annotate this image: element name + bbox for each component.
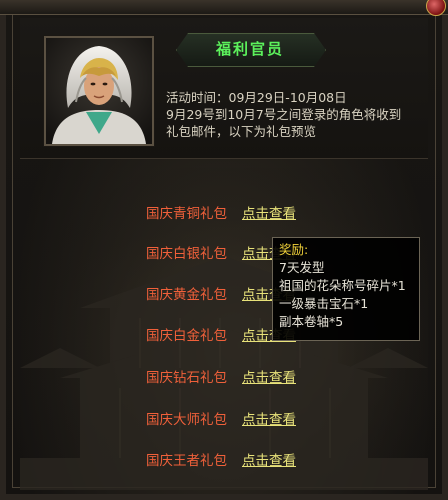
event-desc-line2: 礼包邮件，以下为礼包预览 bbox=[166, 124, 317, 139]
view-gift-link[interactable]: 点击查看 bbox=[242, 202, 296, 222]
event-info: 活动时间：09月29日-10月08日 9月29号到10月7号之间登录的角色将收到… bbox=[166, 89, 436, 140]
list-item: 国庆王者礼包 点击查看 bbox=[0, 449, 448, 469]
list-item: 国庆钻石礼包 点击查看 bbox=[0, 366, 448, 386]
tooltip-item: 副本卷轴*5 bbox=[279, 314, 344, 329]
tooltip-item: 7天发型 bbox=[279, 260, 325, 275]
list-item: 国庆青铜礼包 点击查看 bbox=[0, 202, 448, 222]
npc-portrait-art bbox=[46, 38, 152, 144]
gift-name: 国庆白金礼包 bbox=[146, 328, 227, 344]
tooltip-item: 祖国的花朵称号碎片*1 bbox=[279, 278, 406, 293]
tooltip-title: 奖励: bbox=[279, 242, 309, 257]
gift-name: 国庆王者礼包 bbox=[146, 453, 227, 469]
gift-name: 国庆黄金礼包 bbox=[146, 287, 227, 303]
reward-tooltip: 奖励: 7天发型 祖国的花朵称号碎片*1 一级暴击宝石*1 副本卷轴*5 bbox=[272, 237, 420, 341]
event-desc-line1: 9月29号到10月7号之间登录的角色将收到 bbox=[166, 107, 402, 122]
npc-portrait bbox=[43, 35, 155, 147]
list-item: 国庆大师礼包 点击查看 bbox=[0, 408, 448, 428]
gift-name: 国庆青铜礼包 bbox=[146, 206, 227, 222]
event-time: 活动时间：09月29日-10月08日 bbox=[166, 90, 347, 105]
gift-name: 国庆钻石礼包 bbox=[146, 370, 227, 386]
gift-name: 国庆白银礼包 bbox=[146, 246, 227, 262]
window-title: 福利官员 bbox=[215, 40, 284, 58]
tooltip-item: 一级暴击宝石*1 bbox=[279, 296, 369, 311]
view-gift-link[interactable]: 点击查看 bbox=[242, 366, 296, 386]
gift-name: 国庆大师礼包 bbox=[146, 412, 227, 428]
view-gift-link[interactable]: 点击查看 bbox=[242, 408, 296, 428]
view-gift-link[interactable]: 点击查看 bbox=[242, 449, 296, 469]
window-top-bar bbox=[0, 0, 448, 15]
